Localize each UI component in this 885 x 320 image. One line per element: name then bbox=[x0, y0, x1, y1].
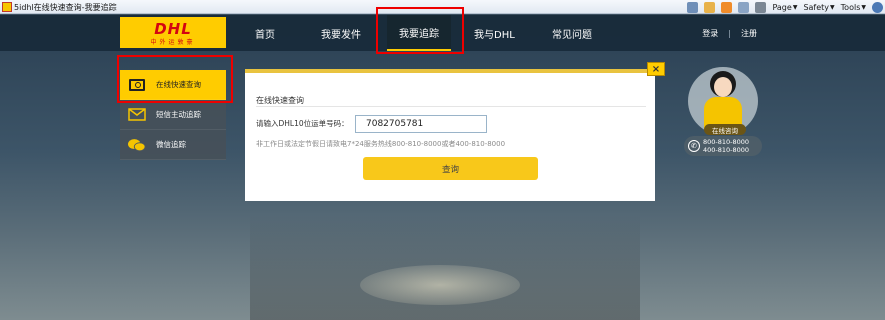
favorites-icon[interactable] bbox=[704, 2, 715, 13]
logo-mark: DHL bbox=[154, 20, 192, 38]
logo-subtitle: 中外运敦豪 bbox=[150, 37, 195, 46]
query-button[interactable]: 查询 bbox=[363, 157, 538, 180]
sidebar-item-wechat-tracking[interactable]: 微信追踪 bbox=[120, 130, 226, 160]
envelope-icon bbox=[128, 108, 146, 122]
page-menu-label: Page bbox=[772, 3, 791, 12]
tools-menu[interactable]: Tools▼ bbox=[841, 3, 866, 12]
register-link[interactable]: 注册 bbox=[741, 28, 757, 39]
safety-menu[interactable]: Safety▼ bbox=[803, 3, 834, 12]
chevron-down-icon: ▼ bbox=[793, 4, 798, 11]
nav-about[interactable]: 我与DHL bbox=[474, 15, 515, 51]
sidebar-item-sms-tracking[interactable]: 短信主动追踪 bbox=[120, 100, 226, 130]
annotation-box-nav bbox=[376, 7, 464, 54]
phone-icon: ✆ bbox=[688, 140, 700, 152]
nav-home[interactable]: 首页 bbox=[255, 15, 275, 51]
account-links: 登录 | 注册 bbox=[702, 15, 757, 51]
dialog-divider bbox=[256, 106, 646, 107]
command-bar: Page▼ Safety▼ Tools▼ bbox=[687, 0, 883, 14]
tools-menu-label: Tools bbox=[841, 3, 861, 12]
dialog-title: 在线快速查询 bbox=[256, 95, 304, 106]
hotline-400: 400-810-8000 bbox=[703, 146, 749, 154]
sidebar-item-label: 短信主动追踪 bbox=[156, 109, 201, 120]
annotation-box-sidebar bbox=[117, 55, 233, 103]
chevron-down-icon: ▼ bbox=[861, 4, 866, 11]
favicon-icon bbox=[2, 2, 12, 12]
waybill-label: 请输入DHL10位运单号码： bbox=[256, 118, 349, 129]
dhl-logo[interactable]: DHL 中外运敦豪 bbox=[120, 17, 226, 48]
page-menu[interactable]: Page▼ bbox=[772, 3, 797, 12]
separator: | bbox=[728, 29, 731, 38]
hotline-800: 800-810-8000 bbox=[703, 138, 749, 146]
runway-light bbox=[360, 265, 520, 305]
close-icon[interactable]: × bbox=[647, 62, 665, 76]
hotline-box: ✆ 800-810-8000 400-810-8000 bbox=[684, 136, 762, 156]
login-link[interactable]: 登录 bbox=[702, 28, 718, 39]
print-icon[interactable] bbox=[755, 2, 766, 13]
agent-face bbox=[714, 77, 732, 97]
nav-send[interactable]: 我要发件 bbox=[321, 15, 361, 51]
chevron-down-icon: ▼ bbox=[830, 4, 835, 11]
nav-faq[interactable]: 常见问题 bbox=[552, 15, 592, 51]
safety-menu-label: Safety bbox=[803, 3, 829, 12]
home-icon[interactable] bbox=[687, 2, 698, 13]
tab-title-text: 5idhl在线快速查询-我要追踪 bbox=[14, 2, 117, 13]
waybill-input[interactable]: 7082705781 bbox=[355, 115, 487, 133]
online-consult-badge[interactable]: 在线咨询 bbox=[704, 124, 746, 135]
mail-icon[interactable] bbox=[738, 2, 749, 13]
browser-tab[interactable]: 5idhl在线快速查询-我要追踪 bbox=[2, 1, 117, 13]
wechat-icon bbox=[128, 138, 146, 152]
hotline-hint: 非工作日或法定节假日请致电7*24服务热线800-810-8000或者400-8… bbox=[256, 139, 505, 149]
hotline-numbers: 800-810-8000 400-810-8000 bbox=[703, 138, 749, 154]
help-icon[interactable] bbox=[872, 2, 883, 13]
rss-icon[interactable] bbox=[721, 2, 732, 13]
query-dialog bbox=[245, 69, 655, 201]
sidebar-item-label: 微信追踪 bbox=[156, 139, 186, 150]
